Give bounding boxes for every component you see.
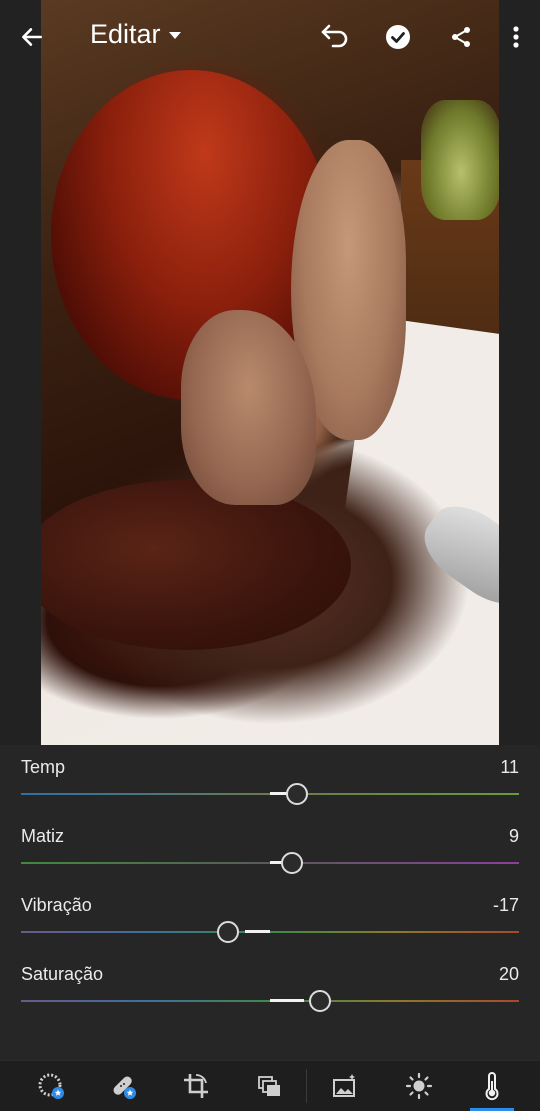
- tool-auto[interactable]: [319, 1061, 371, 1111]
- check-circle-icon: [386, 25, 410, 49]
- slider-value: 20: [498, 964, 519, 984]
- slider-saturacao: Saturação 20: [0, 952, 540, 1021]
- slider-value: 11: [500, 757, 519, 777]
- vibracao-track[interactable]: [21, 931, 519, 933]
- more-button[interactable]: [494, 15, 538, 59]
- tool-healing[interactable]: [97, 1061, 149, 1111]
- done-button[interactable]: [376, 15, 420, 59]
- top-bar: Editar: [0, 0, 540, 76]
- bottom-toolbar: [0, 1060, 540, 1111]
- layers-icon: [258, 1076, 280, 1096]
- undo-button[interactable]: [312, 15, 356, 59]
- auto-image-icon: [333, 1074, 355, 1097]
- tool-color[interactable]: [466, 1061, 518, 1111]
- slider-matiz: Matiz 9: [0, 814, 540, 883]
- page-title: Editar: [90, 19, 161, 49]
- slider-label: Vibração: [21, 895, 92, 915]
- slider-vibracao: Vibração -17: [0, 883, 540, 952]
- photo-canvas[interactable]: [0, 0, 540, 745]
- slider-value: -17: [492, 895, 519, 915]
- slider-label: Temp: [21, 757, 66, 777]
- slider-fill: [245, 930, 270, 933]
- light-sun-icon: [405, 1072, 433, 1100]
- more-vertical-icon: [513, 26, 519, 48]
- matiz-slider-knob[interactable]: [281, 852, 303, 874]
- slider-temp: Temp 11: [0, 745, 540, 814]
- vibracao-slider-knob[interactable]: [217, 921, 239, 943]
- slider-value: 9: [508, 826, 519, 846]
- back-button[interactable]: [10, 15, 54, 59]
- color-adjust-panel: Temp 11 Matiz 9 Vibração -17 Saturação 2…: [0, 745, 540, 1060]
- share-button[interactable]: [439, 15, 483, 59]
- tool-crop[interactable]: [170, 1061, 222, 1111]
- slider-fill: [270, 999, 304, 1002]
- healing-bandage-icon: [113, 1076, 136, 1099]
- slider-label: Saturação: [21, 964, 104, 984]
- color-thermometer-icon: [485, 1072, 499, 1101]
- undo-icon: [321, 24, 348, 48]
- caret-down-icon: [168, 32, 181, 39]
- edit-mode-dropdown[interactable]: Editar: [90, 19, 181, 50]
- tool-presets[interactable]: [25, 1061, 77, 1111]
- slider-label: Matiz: [21, 826, 65, 846]
- saturacao-slider-knob[interactable]: [309, 990, 331, 1012]
- share-icon: [452, 27, 470, 47]
- temp-slider-knob[interactable]: [286, 783, 308, 805]
- toolbar-divider: [306, 1069, 307, 1103]
- crop-icon: [184, 1074, 208, 1098]
- arrow-left-icon: [22, 28, 42, 46]
- edited-photo: [41, 0, 499, 745]
- photo-background-glass: [421, 100, 499, 220]
- presets-dial-icon: [38, 1073, 64, 1099]
- tool-light[interactable]: [393, 1061, 445, 1111]
- tool-masking[interactable]: [243, 1061, 295, 1111]
